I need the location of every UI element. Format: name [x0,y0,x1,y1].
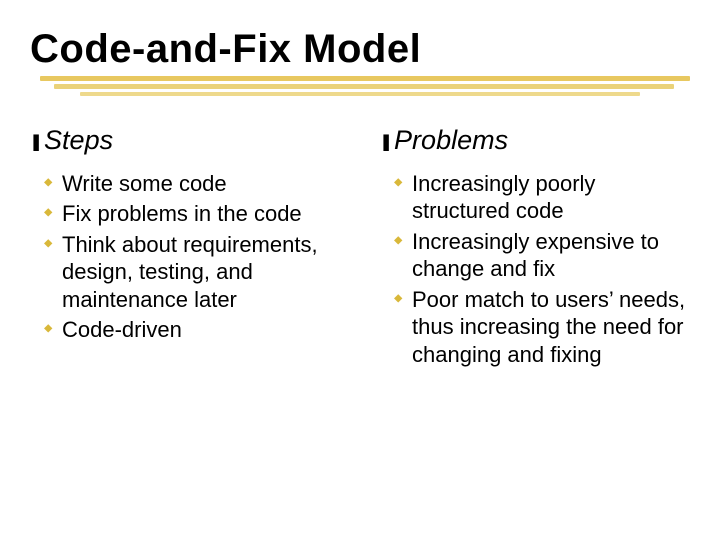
list-item-text: Write some code [62,171,227,196]
list-item: ◆Poor match to users’ needs, thus increa… [412,286,690,369]
list-item: ◆Code-driven [62,316,340,344]
heading-steps-text: Steps [44,125,113,155]
title-underline [40,76,690,96]
list-item-text: Increasingly expensive to change and fix [412,229,659,282]
heading-problems: ❚Problems [380,126,690,156]
column-problems: ❚Problems ◆Increasingly poorly structure… [380,126,690,371]
z-bullet-icon: ❚ [30,130,42,152]
columns: ❚Steps ◆Write some code ◆Fix problems in… [30,126,690,371]
list-item: ◆Think about requirements, design, testi… [62,231,340,314]
list-item-text: Fix problems in the code [62,201,302,226]
y-bullet-icon: ◆ [394,232,402,250]
column-steps: ❚Steps ◆Write some code ◆Fix problems in… [30,126,340,371]
list-item-text: Increasingly poorly structured code [412,171,595,224]
list-problems: ◆Increasingly poorly structured code ◆In… [380,170,690,369]
y-bullet-icon: ◆ [44,235,52,253]
list-steps: ◆Write some code ◆Fix problems in the co… [30,170,340,344]
heading-steps: ❚Steps [30,126,340,156]
y-bullet-icon: ◆ [44,174,52,192]
list-item-text: Think about requirements, design, testin… [62,232,318,312]
y-bullet-icon: ◆ [394,174,402,192]
y-bullet-icon: ◆ [394,290,402,308]
list-item-text: Code-driven [62,317,182,342]
list-item: ◆Fix problems in the code [62,200,340,228]
y-bullet-icon: ◆ [44,204,52,222]
list-item: ◆Increasingly poorly structured code [412,170,690,225]
slide: Code-and-Fix Model ❚Steps ◆Write some co… [0,0,720,540]
heading-problems-text: Problems [394,125,508,155]
slide-title: Code-and-Fix Model [30,28,690,70]
list-item: ◆Increasingly expensive to change and fi… [412,228,690,283]
list-item: ◆Write some code [62,170,340,198]
z-bullet-icon: ❚ [380,130,392,152]
list-item-text: Poor match to users’ needs, thus increas… [412,287,685,367]
y-bullet-icon: ◆ [44,320,52,338]
